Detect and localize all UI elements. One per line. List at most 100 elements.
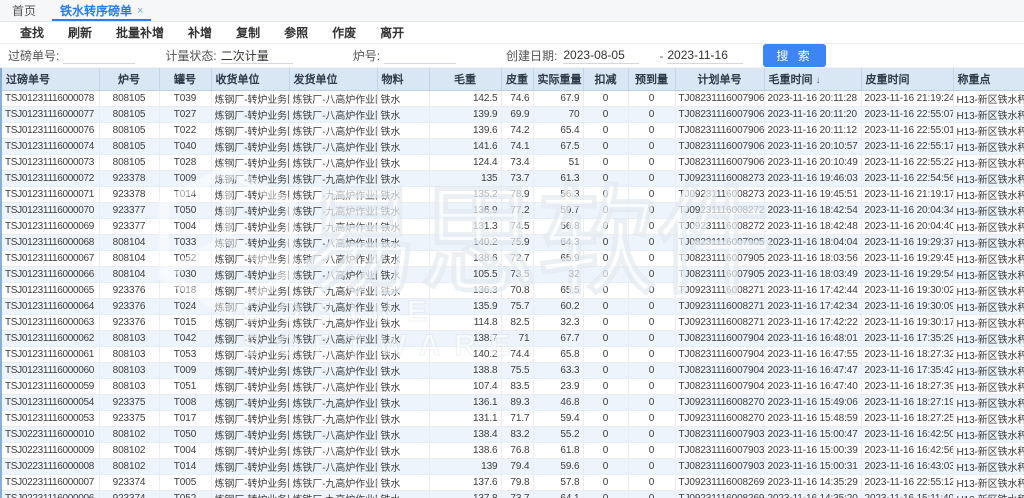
tab-home[interactable]: 首页 [0,0,48,21]
cell: 73.5 [501,266,533,282]
cell: 炼铁厂-八高炉作业区 [289,442,377,458]
table-row[interactable]: TSJ01231116000067808104T052炼钢厂-转炉业务区炼铁厂-… [2,250,1024,266]
toolbar-find-button[interactable]: 查找 [8,24,56,41]
toolbar-batch-add-button[interactable]: 批量补增 [104,24,176,41]
cell: T005 [159,474,211,490]
cell: 0 [583,202,628,218]
cell: 炼铁厂-九高炉作业区 [289,314,377,330]
column-header-7[interactable]: 毛重 [429,68,501,90]
toolbar-add-button[interactable]: 补增 [176,24,224,41]
cell: 0 [628,234,675,250]
cell: 69.9 [501,106,533,122]
cell: 2023-11-16 19:29:45 [861,250,953,266]
table-row[interactable]: TSJ02231116000009808102T004炼钢厂-转炉业务区炼铁厂-… [2,442,1024,458]
column-header-1[interactable]: 过磅单号 [2,68,99,90]
table-row[interactable]: TSJ02231116000010808102T050炼钢厂-转炉业务区炼铁厂-… [2,426,1024,442]
column-header-11[interactable]: 预到量 [628,68,675,90]
toolbar-leave-button[interactable]: 离开 [368,24,416,41]
cell: H13-新区铁水秤 [953,170,1024,186]
cell: T053 [159,346,211,362]
column-header-3[interactable]: 罐号 [159,68,211,90]
cell: 0 [628,362,675,378]
cell: 2023-11-16 18:27:25 [861,410,953,426]
table-row[interactable]: TSJ01231116000076808105T022炼钢厂-转炉业务区炼铁厂-… [2,122,1024,138]
table-row[interactable]: TSJ01231116000054923375T008炼钢厂-转炉业务区炼铁厂-… [2,394,1024,410]
cell: 铁水 [377,90,429,106]
column-header-5[interactable]: 发货单位 [289,68,377,90]
cell: 23.9 [533,378,583,394]
table-row[interactable]: TSJ01231116000070923377T050炼钢厂-转炉业务区炼铁厂-… [2,202,1024,218]
cell: 2023-11-16 17:42:44 [764,282,861,298]
table-row[interactable]: TSJ01231116000078808105T039炼钢厂-转炉业务区炼铁厂-… [2,90,1024,106]
cell: 炼钢厂-转炉业务区 [211,474,289,490]
cell: T030 [159,266,211,282]
cell: TJ09231116008269 [675,474,764,490]
column-header-12[interactable]: 计划单号 [675,68,764,90]
cell: 铁水 [377,442,429,458]
cell: 137.8 [429,490,501,498]
column-header-4[interactable]: 收货单位 [211,68,289,90]
cell: H13-新区铁水秤 [953,122,1024,138]
cell: 136.3 [429,282,501,298]
tab-molten-iron-transfer[interactable]: 铁水转序磅单 × [48,0,155,21]
records-table-container: 过磅单号炉号罐号收货单位发货单位物料毛重皮重实际重量扣减预到量计划单号毛重时间↓… [0,68,1024,498]
table-row[interactable]: TSJ01231116000073808105T028炼钢厂-转炉业务区炼铁厂-… [2,154,1024,170]
column-header-13[interactable]: 毛重时间↓ [764,68,861,90]
tab-current-label: 铁水转序磅单 [60,2,132,19]
table-row[interactable]: TSJ01231116000071923378T014炼钢厂-转炉业务区炼铁厂-… [2,186,1024,202]
cell: 0 [583,90,628,106]
table-row[interactable]: TSJ01231116000053923375T017炼钢厂-转炉业务区炼铁厂-… [2,410,1024,426]
table-row[interactable]: TSJ01231116000060808103T009炼钢厂-转炉业务区炼铁厂-… [2,362,1024,378]
cell: 83.2 [501,426,533,442]
table-row[interactable]: TSJ02231116000008808102T014炼钢厂-转炉业务区炼铁厂-… [2,458,1024,474]
cell: H13-新区铁水秤 [953,154,1024,170]
toolbar-copy-button[interactable]: 复制 [224,24,272,41]
cell: 923376 [99,282,159,298]
toolbar-refresh-button[interactable]: 刷新 [56,24,104,41]
table-row[interactable]: TSJ01231116000068808104T033炼钢厂-转炉业务区炼铁厂-… [2,234,1024,250]
cell: 0 [583,234,628,250]
cell: TJ08231116007906 [675,138,764,154]
table-row[interactable]: TSJ01231116000064923376T024炼钢厂-转炉业务区炼铁厂-… [2,298,1024,314]
furnace-no-input[interactable] [384,48,456,64]
cell: 炼钢厂-转炉业务区 [211,330,289,346]
weigh-no-input[interactable] [63,48,135,64]
table-row[interactable]: TSJ01231116000077808105T027炼钢厂-转炉业务区炼铁厂-… [2,106,1024,122]
date-from-input[interactable] [563,48,639,64]
cell: 炼钢厂-转炉业务区 [211,298,289,314]
toolbar-reference-button[interactable]: 参照 [272,24,320,41]
toolbar-void-button[interactable]: 作废 [320,24,368,41]
date-to-input[interactable] [667,48,743,64]
measure-status-select[interactable] [221,48,293,64]
table-row[interactable]: TSJ01231116000074808105T040炼钢厂-转炉业务区炼铁厂-… [2,138,1024,154]
table-row[interactable]: TSJ02231116000006923374T052炼钢厂-转炉业务区炼铁厂-… [2,490,1024,498]
table-row[interactable]: TSJ01231116000065923376T018炼钢厂-转炉业务区炼铁厂-… [2,282,1024,298]
cell: 0 [583,394,628,410]
cell: 2023-11-16 18:04:04 [764,234,861,250]
table-row[interactable]: TSJ01231116000069923377T004炼钢厂-转炉业务区炼铁厂-… [2,218,1024,234]
column-header-9[interactable]: 实际重量 [533,68,583,90]
search-button[interactable]: 搜 索 [763,44,825,67]
table-row[interactable]: TSJ01231116000062808103T042炼钢厂-转炉业务区炼铁厂-… [2,330,1024,346]
column-header-6[interactable]: 物料 [377,68,429,90]
column-header-15[interactable]: 称重点 [953,68,1024,90]
table-row[interactable]: TSJ01231116000061808103T053炼钢厂-转炉业务区炼铁厂-… [2,346,1024,362]
column-header-10[interactable]: 扣减 [583,68,628,90]
cell: 55.2 [533,426,583,442]
cell: 铁水 [377,490,429,498]
table-row[interactable]: TSJ01231116000063923376T015炼钢厂-转炉业务区炼铁厂-… [2,314,1024,330]
table-row[interactable]: TSJ01231116000066808104T030炼钢厂-转炉业务区炼铁厂-… [2,266,1024,282]
cell: 808103 [99,362,159,378]
table-row[interactable]: TSJ01231116000059808103T051炼钢厂-转炉业务区炼铁厂-… [2,378,1024,394]
table-row[interactable]: TSJ01231116000072923378T009炼钢厂-转炉业务区炼铁厂-… [2,170,1024,186]
column-header-2[interactable]: 炉号 [99,68,159,90]
cell: 107.4 [429,378,501,394]
cell: 2023-11-16 20:11:20 [764,106,861,122]
table-row[interactable]: TSJ02231116000007923374T005炼钢厂-转炉业务区炼铁厂-… [2,474,1024,490]
column-header-8[interactable]: 皮重 [501,68,533,90]
close-icon[interactable]: × [137,5,143,17]
cell: 炼铁厂-八高炉作业区 [289,426,377,442]
cell: 0 [583,378,628,394]
cell: 炼钢厂-转炉业务区 [211,138,289,154]
column-header-14[interactable]: 皮重时间 [861,68,953,90]
